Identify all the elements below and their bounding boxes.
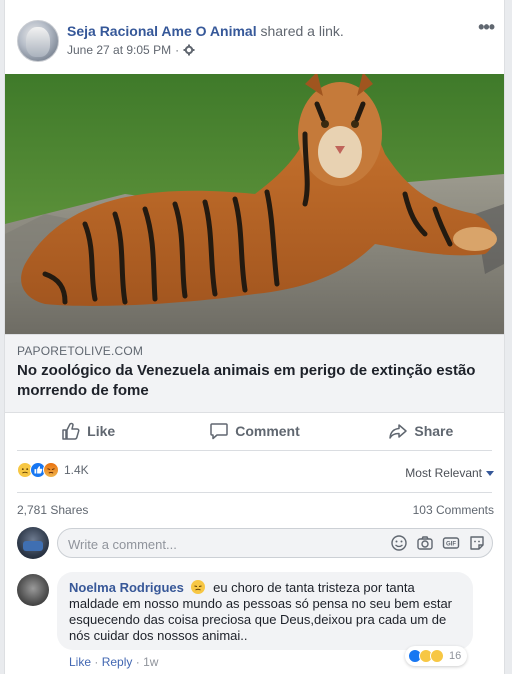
reactions-count[interactable]: 1.4K	[64, 463, 89, 477]
shares-count[interactable]: 2,781 Shares	[17, 503, 88, 517]
sad-face-emoji-icon	[191, 580, 206, 594]
post-card: Seja Racional Ame O Animal shared a link…	[4, 0, 505, 674]
post-header: Seja Racional Ame O Animal shared a link…	[67, 23, 344, 39]
svg-text:GIF: GIF	[446, 542, 456, 548]
page-name-link[interactable]: Seja Racional Ame O Animal	[67, 23, 257, 39]
comment-label: Comment	[235, 423, 300, 439]
gear-icon[interactable]	[183, 44, 195, 56]
comment-button[interactable]: Comment	[171, 412, 337, 450]
comment-reactions[interactable]: 16	[405, 646, 468, 666]
like-button[interactable]: Like	[5, 412, 171, 450]
post-action-text: shared a link.	[260, 23, 344, 39]
current-user-avatar[interactable]	[17, 527, 49, 559]
comment-reply-link[interactable]: Reply	[102, 655, 133, 669]
comment-like-link[interactable]: Like	[69, 655, 91, 669]
comment-input[interactable]	[58, 529, 370, 559]
comment-age[interactable]: 1w	[143, 655, 158, 669]
comment-icon	[210, 423, 228, 440]
comment-bubble: Noelma Rodrigues eu choro de tanta trist…	[57, 572, 473, 650]
post-meta: June 27 at 9:05 PM ·	[67, 43, 195, 57]
camera-icon[interactable]	[416, 534, 434, 552]
link-title[interactable]: No zoológico da Venezuela animais em per…	[17, 361, 487, 401]
comments-count[interactable]: 103 Comments	[413, 503, 494, 517]
sticker-icon[interactable]	[468, 534, 486, 552]
meta-separator: ·	[175, 43, 180, 57]
page-avatar[interactable]	[17, 20, 59, 62]
tiger-photo[interactable]	[5, 74, 504, 334]
emoji-icon[interactable]	[390, 534, 408, 552]
share-label: Share	[414, 423, 454, 439]
sort-label: Most Relevant	[405, 466, 482, 480]
more-options-icon[interactable]: •••	[478, 17, 495, 38]
wow-reaction-icon	[430, 649, 444, 663]
gif-icon[interactable]: GIF	[442, 534, 460, 552]
divider	[17, 450, 492, 451]
comment-author[interactable]: Noelma Rodrigues	[69, 580, 184, 595]
link-domain: PAPORETOLIVE.COM	[17, 344, 144, 358]
like-label: Like	[87, 423, 116, 439]
comment-footer: Like · Reply · 1w	[69, 655, 159, 669]
post-timestamp[interactable]: June 27 at 9:05 PM	[67, 43, 171, 57]
caret-down-icon	[486, 470, 494, 476]
composer-icons: GIF	[390, 534, 486, 552]
divider	[17, 492, 492, 493]
angry-reaction-icon	[43, 462, 59, 478]
share-icon	[389, 424, 408, 439]
reactions-summary[interactable]: 1.4K	[17, 462, 89, 478]
commenter-avatar[interactable]	[17, 574, 49, 606]
post-action-bar: Like Comment Share	[5, 412, 504, 450]
comment-reaction-count: 16	[449, 650, 462, 662]
comment-composer[interactable]: GIF	[57, 528, 493, 559]
share-button[interactable]: Share	[338, 412, 504, 450]
thumbs-up-icon	[62, 422, 80, 440]
link-preview-box[interactable]: PAPORETOLIVE.COM No zoológico da Venezue…	[5, 334, 504, 413]
sort-comments-dropdown[interactable]: Most Relevant	[405, 466, 494, 480]
